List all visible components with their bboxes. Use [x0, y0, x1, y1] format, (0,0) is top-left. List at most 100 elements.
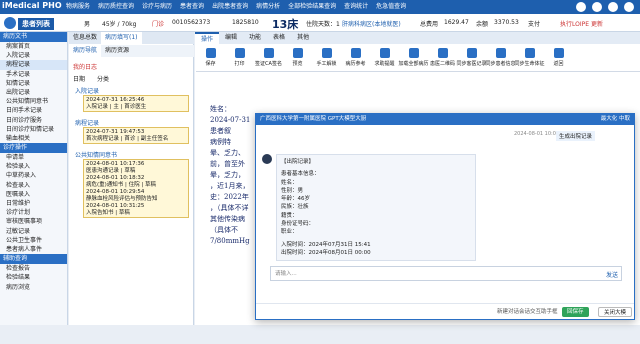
- new-chat-link[interactable]: 新建对话会话交互助手框: [492, 307, 563, 317]
- logout-icon[interactable]: [624, 2, 634, 12]
- sidebar-item[interactable]: 日间诊疗知情记录: [0, 125, 67, 134]
- tree-record-box[interactable]: 2024-07-31 19:47:53 首次病程记录 | 首诊 | 副主任签名: [83, 127, 189, 144]
- sidebar-item[interactable]: 日间诊疗服务: [0, 116, 67, 125]
- toolbar-button[interactable]: 求助提醒: [370, 48, 399, 67]
- menu-item[interactable]: 危急值查询: [372, 0, 410, 14]
- sidebar-item[interactable]: 病案首页: [0, 42, 67, 51]
- stay-days: 住院天数：1: [306, 21, 340, 28]
- toolbar-button[interactable]: 手工解锁: [312, 48, 341, 67]
- sidebar-item[interactable]: 检验结果: [0, 273, 67, 282]
- menu-item[interactable]: 物病服务: [62, 0, 94, 14]
- toolbar-label: 打印: [234, 61, 245, 67]
- editor-tab[interactable]: 操作: [195, 32, 220, 44]
- sidebar-item[interactable]: 出院记录: [0, 88, 67, 97]
- patient-flag: 门诊: [152, 21, 165, 28]
- toolbar-label: 签证CA签名: [255, 61, 282, 67]
- editor-tabs: 操作 编辑 功能 表格 其他: [195, 32, 640, 44]
- sidebar-item[interactable]: 审核医嘱事项: [0, 217, 67, 226]
- reply-line: 民族：壮族: [281, 204, 309, 211]
- tab-record-fill[interactable]: 病历填写(1): [101, 32, 142, 44]
- filter-date[interactable]: 日期: [73, 74, 85, 83]
- menu-item[interactable]: 查询统计: [340, 0, 372, 14]
- close-button[interactable]: 关闭大模: [598, 307, 633, 317]
- reply-line: 身份证号码：: [281, 221, 315, 228]
- sidebar-item[interactable]: 检查录入: [0, 181, 67, 190]
- toolbar-icon: [234, 48, 245, 58]
- toolbar-button[interactable]: 患医二维码: [428, 48, 457, 67]
- tree-record-box[interactable]: 2024-08-01 10:17:36 医患沟通记录 | 草稿 2024-08-01…: [83, 159, 189, 218]
- sidebar-item[interactable]: 病程记录: [0, 60, 67, 70]
- sidebar-item[interactable]: 日常维护: [0, 199, 67, 208]
- sidebar-item[interactable]: 病历浏览: [0, 283, 67, 292]
- tree-group-title[interactable]: 病程记录: [75, 118, 99, 127]
- tree-top-tabs: 信息总数 病历填写(1): [69, 32, 194, 44]
- user-message: 生成出院记录: [556, 131, 596, 141]
- sidebar-item[interactable]: 中草药录入: [0, 171, 67, 180]
- sidebar-item[interactable]: 患者病人事件: [0, 245, 67, 254]
- toolbar-button[interactable]: 签证CA签名: [254, 48, 283, 67]
- tab-record-nav[interactable]: 病历导航: [69, 45, 102, 57]
- sidebar-item[interactable]: 入院记录: [0, 51, 67, 60]
- menu-item[interactable]: 诊疗与病历: [138, 0, 176, 14]
- user-message-time: 2024-08-01 10:00: [514, 131, 560, 137]
- editor-tab[interactable]: 编辑: [219, 32, 243, 44]
- toolbar-icon: [437, 48, 448, 58]
- save-button[interactable]: 回保存: [562, 307, 589, 317]
- sidebar-item[interactable]: 日间手术记录: [0, 106, 67, 115]
- settings-icon[interactable]: [608, 2, 618, 12]
- tree-group-title[interactable]: 入院记录: [75, 86, 99, 95]
- menu-item[interactable]: 全部检验结果查询: [284, 0, 340, 14]
- toolbar-button[interactable]: 同步客医记录: [457, 48, 487, 67]
- toolbar-icon: [292, 48, 303, 58]
- tree-record-line: 2024-08-01 10:18:32: [86, 175, 145, 181]
- toolbar-button[interactable]: 打印: [225, 48, 254, 67]
- dialog-title: 广西医科大学第一附属医院 GPT大模型大厨: [260, 116, 367, 122]
- tree-record-box[interactable]: 2024-07-31 16:25:46 入院记录 | 主 | 首诊医生: [83, 95, 189, 112]
- filter-category[interactable]: 分类: [97, 74, 109, 83]
- toolbar-label: 保存: [205, 61, 216, 67]
- menu-item[interactable]: 病历质控查询: [94, 0, 138, 14]
- editor-tab[interactable]: 其他: [291, 32, 315, 44]
- toolbar-icon: [205, 48, 216, 58]
- toolbar-button[interactable]: 保存: [196, 48, 225, 67]
- menu-item[interactable]: 患者查询: [176, 0, 208, 14]
- sidebar-item[interactable]: 医嘱录入: [0, 190, 67, 199]
- send-button[interactable]: 发送: [606, 270, 618, 279]
- dialog-controls[interactable]: 最大化 中取: [601, 114, 630, 125]
- sidebar-item[interactable]: 输血相关: [0, 134, 67, 143]
- toolbar-button[interactable]: 同步患者信息: [486, 48, 516, 67]
- patient-id: 0010562373: [172, 19, 211, 26]
- toolbar-button[interactable]: 病历参考: [341, 48, 370, 67]
- editor-tab[interactable]: 表格: [267, 32, 291, 44]
- tree-record-line: 2024-08-01 10:17:36: [86, 161, 145, 167]
- sidebar-item[interactable]: 诊疗计划: [0, 208, 67, 217]
- toolbar-button[interactable]: 同步生命体征: [515, 48, 545, 67]
- sidebar-item[interactable]: 手术记录: [0, 70, 67, 79]
- toolbar-button[interactable]: 预览: [283, 48, 312, 67]
- sidebar-item[interactable]: 检查报告: [0, 264, 67, 273]
- tab-record-resources[interactable]: 病历资源: [101, 45, 133, 57]
- filter-my-log[interactable]: 我的日志: [73, 62, 97, 71]
- tree-record-line: 2024-08-01 10:31:25: [86, 203, 145, 209]
- toolbar-icon: [379, 48, 390, 58]
- sidebar-item[interactable]: 过敏记录: [0, 227, 67, 236]
- chat-input[interactable]: 请输入...: [270, 266, 622, 281]
- tab-info-total[interactable]: 信息总数: [69, 32, 101, 44]
- tree-sub-tabs: 病历导航 病历资源: [69, 45, 194, 57]
- sidebar-item[interactable]: 检验录入: [0, 162, 67, 171]
- toolbar-label: 患医二维码: [429, 61, 455, 67]
- toolbar-button[interactable]: 加载全部病历: [399, 48, 429, 67]
- toolbar-button[interactable]: 返回: [544, 48, 573, 67]
- bell-icon[interactable]: [576, 2, 586, 12]
- menu-item[interactable]: 病情分析: [252, 0, 284, 14]
- tree-group-title[interactable]: 公共知情同意书: [75, 150, 117, 159]
- editor-tab[interactable]: 功能: [243, 32, 267, 44]
- sidebar-item[interactable]: 公共卫生事件: [0, 236, 67, 245]
- user-icon[interactable]: [592, 2, 602, 12]
- sidebar-item[interactable]: 公共知情同意书: [0, 97, 67, 106]
- sidebar-item[interactable]: 申请单: [0, 153, 67, 162]
- sidebar-item[interactable]: 知情记录: [0, 79, 67, 88]
- tree-record-line: 2024-08-01 10:29:54: [86, 189, 145, 195]
- patient-list-button[interactable]: 患者列表: [18, 18, 54, 30]
- menu-item[interactable]: 出院患者查询: [208, 0, 252, 14]
